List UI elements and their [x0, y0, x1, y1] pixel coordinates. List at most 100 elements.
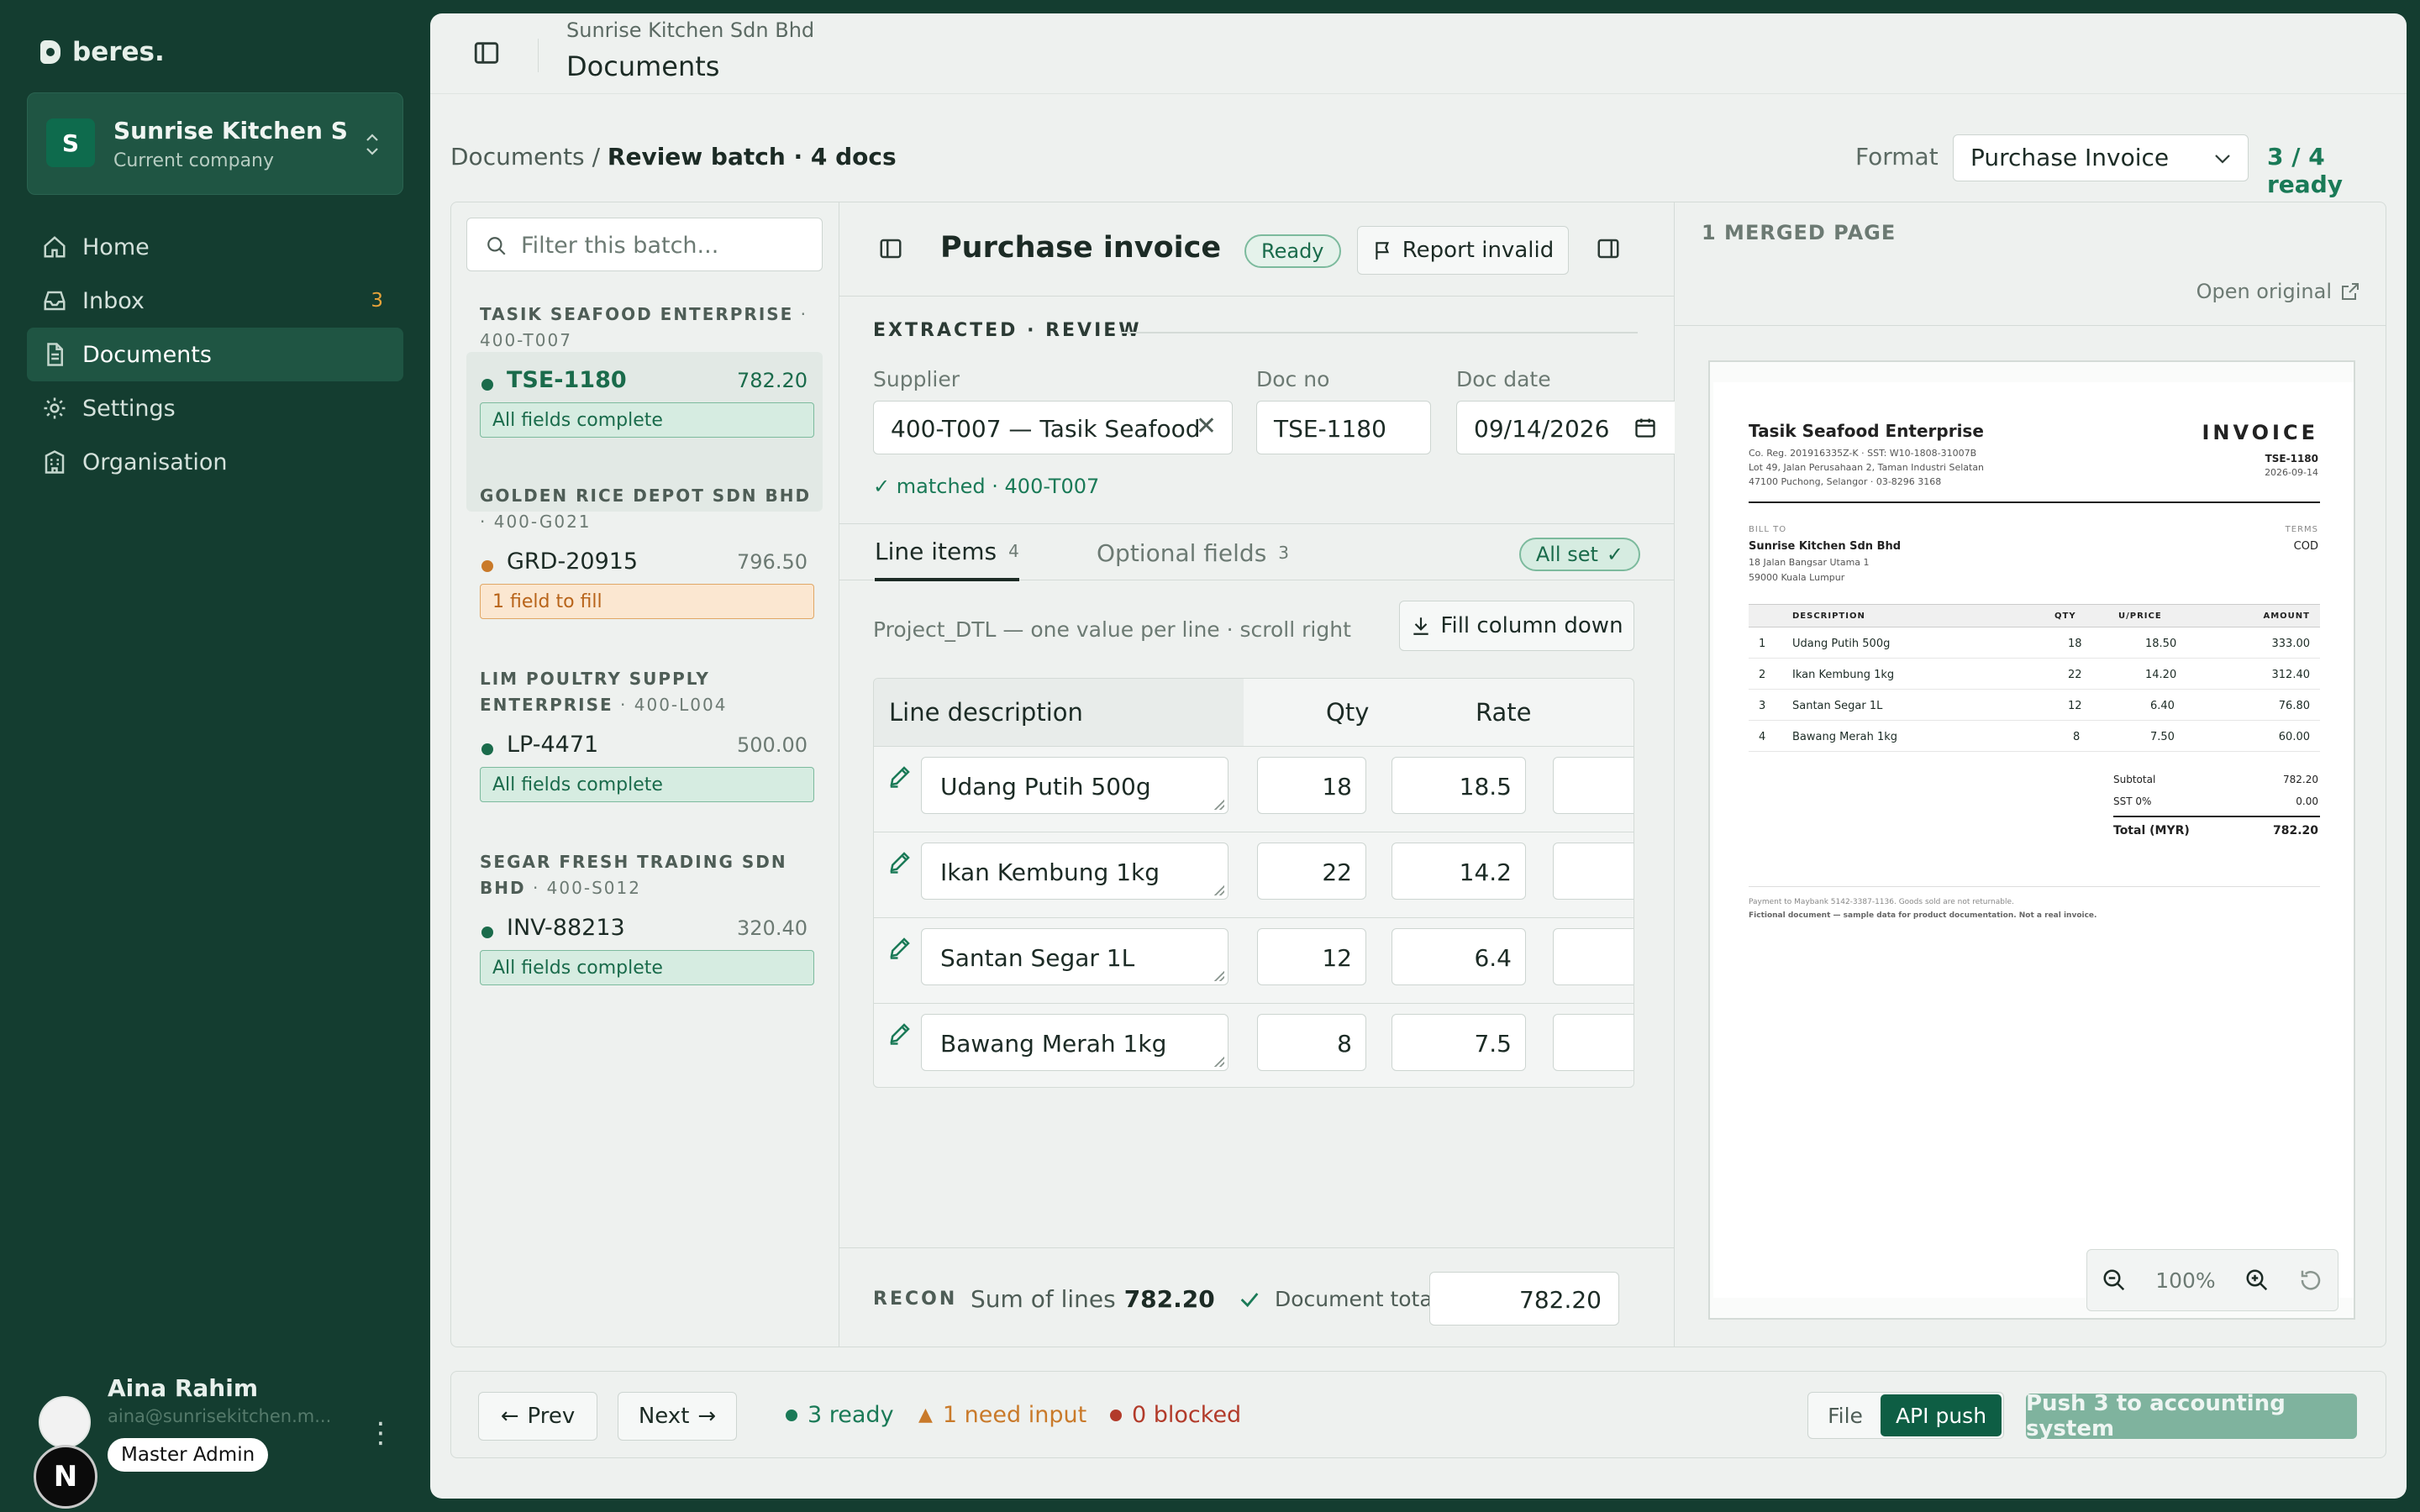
review-panel: Purchase invoice · ... Ready Report inva… [839, 202, 1675, 1347]
breadcrumb-root[interactable]: Documents [450, 143, 585, 171]
line-description-input[interactable]: Udang Putih 500g [921, 757, 1228, 814]
supplier-value: 400-T007 — Tasik Seafood [891, 415, 1201, 443]
api-push-option[interactable]: API push [1881, 1394, 2002, 1436]
next-column-input[interactable] [1553, 1014, 1634, 1071]
next-button[interactable]: Next → [618, 1392, 737, 1441]
rate-input[interactable]: 14.2 [1392, 843, 1526, 900]
row-desc: Ikan Kembung 1kg [1792, 669, 1895, 681]
row-price: 18.50 [2145, 638, 2177, 650]
pencil-icon[interactable] [887, 1021, 913, 1046]
zoom-level: 100% [2155, 1268, 2216, 1293]
supplier-group-header: LIM POULTRY SUPPLY ENTERPRISE · 400-L004 [480, 669, 728, 715]
doc-date-field[interactable]: 09/14/2026 [1456, 401, 1675, 454]
user-role-badge: Master Admin [108, 1438, 269, 1472]
nav-item-inbox[interactable]: Inbox 3 [27, 274, 403, 328]
docdate-label: Doc date [1456, 367, 1551, 391]
next-column-input[interactable] [1553, 757, 1634, 814]
calendar-icon[interactable] [1634, 416, 1657, 439]
batch-doc-item[interactable]: INV-88213 320.40 All fields complete [466, 900, 823, 1059]
qty-input[interactable]: 8 [1257, 1014, 1366, 1071]
nav-label: Documents [82, 341, 212, 368]
arrow-right-icon: → [697, 1404, 717, 1429]
invoice-addr1: Lot 49, Jalan Perusahaan 2, Taman Indust… [1749, 462, 1985, 473]
sum-of-lines: Sum of lines 782.20 [971, 1285, 1215, 1313]
next-column-input[interactable] [1553, 928, 1634, 985]
more-vertical-icon[interactable]: ⋮ [366, 1416, 395, 1450]
gear-icon [44, 397, 66, 419]
rotate-icon[interactable] [2298, 1268, 2323, 1293]
blocked-text: 0 blocked [1132, 1402, 1242, 1428]
format-select[interactable]: Purchase Invoice [1953, 134, 2249, 181]
clear-icon[interactable]: ✕ [1196, 412, 1217, 441]
docno-label: Doc no [1256, 367, 1330, 391]
tab-line-items[interactable]: Line items 4 [875, 524, 1019, 581]
invoice-heading: INVOICE [2202, 421, 2318, 444]
open-original-link[interactable]: Open original [2196, 280, 2360, 303]
nav-label: Organisation [82, 449, 228, 475]
ready-text: 3 ready [808, 1402, 894, 1428]
push-to-accounting-button[interactable]: Push 3 to accounting system [2026, 1391, 2357, 1441]
report-invalid-button[interactable]: Report invalid [1357, 226, 1569, 275]
chevron-up-down-icon [366, 134, 378, 155]
brand-logo[interactable]: beres. [40, 37, 165, 67]
chevron-down-icon [2215, 155, 2230, 164]
nav-item-settings[interactable]: Settings [27, 381, 403, 435]
document-total-label: Document total [1238, 1287, 1439, 1311]
zoom-in-icon[interactable] [2244, 1268, 2270, 1293]
invoice-row: 4 Bawang Merah 1kg 8 7.50 60.00 [1749, 721, 2320, 752]
fill-column-down-button[interactable]: Fill column down [1399, 601, 1634, 651]
line-description-input[interactable]: Bawang Merah 1kg [921, 1014, 1228, 1071]
review-tabs: Line items 4 Optional fields 3 All set ✓ [839, 523, 1674, 581]
pencil-icon[interactable] [887, 849, 913, 874]
total-value: 782.20 [2272, 824, 2318, 837]
doc-id: LP-4471 [507, 732, 599, 758]
tab-optional-fields[interactable]: Optional fields 3 [1097, 524, 1289, 581]
pencil-icon[interactable] [887, 764, 913, 789]
rate-input[interactable]: 6.4 [1392, 928, 1526, 985]
qty-input[interactable]: 12 [1257, 928, 1366, 985]
qty-input[interactable]: 22 [1257, 843, 1366, 900]
review-header: Purchase invoice · ... Ready Report inva… [839, 202, 1674, 297]
col-price: U/PRICE [2118, 612, 2162, 621]
ready-status: 3 ready [786, 1402, 894, 1428]
file-option[interactable]: File [1810, 1394, 1881, 1436]
allset-label: All set [1535, 543, 1598, 566]
invoice-number: TSE-1180 [2265, 453, 2318, 465]
arrow-left-icon: ← [500, 1404, 519, 1429]
sidebar-toggle-icon[interactable] [472, 39, 501, 67]
qty-input[interactable]: 18 [1257, 757, 1366, 814]
user-profile[interactable]: N Aina Rahim aina@sunrisekitchen.m... Ma… [34, 1368, 403, 1509]
format-label: Format [1855, 143, 1939, 171]
document-total-input[interactable]: 782.20 [1429, 1272, 1619, 1326]
batch-filter-input[interactable]: Filter this batch... [466, 218, 823, 271]
zoom-out-icon[interactable] [2102, 1268, 2127, 1293]
nav-item-home[interactable]: Home [27, 220, 403, 274]
document-icon [47, 343, 63, 366]
company-switcher[interactable]: S Sunrise Kitchen Sd... Current company [27, 92, 403, 195]
tab-count: 4 [1008, 541, 1019, 561]
panel-left-toggle-icon[interactable] [878, 236, 903, 261]
sum-value: 782.20 [1123, 1285, 1215, 1313]
doc-number-field[interactable]: TSE-1180 [1256, 401, 1431, 454]
panel-right-toggle-icon[interactable] [1596, 236, 1621, 261]
supplier-field[interactable]: 400-T007 — Tasik Seafood ✕ [873, 401, 1233, 454]
next-column-input[interactable] [1553, 843, 1634, 900]
section-title: EXTRACTED · REVIEW [873, 320, 1142, 341]
rate-input[interactable]: 18.5 [1392, 757, 1526, 814]
invoice-addr2: 47100 Puchong, Selangor · 03-8296 3168 [1749, 476, 1942, 487]
line-description-input[interactable]: Santan Segar 1L [921, 928, 1228, 985]
rate-input[interactable]: 7.5 [1392, 1014, 1526, 1071]
status-badge: Ready [1244, 234, 1341, 268]
check-icon: ✓ [1606, 543, 1623, 566]
row-qty: 12 [2068, 700, 2082, 712]
line-description-input[interactable]: Ikan Kembung 1kg [921, 843, 1228, 900]
sst-value: 0.00 [2296, 795, 2318, 807]
table-row: Bawang Merah 1kg 8 7.5 [874, 1003, 1634, 1087]
pencil-icon[interactable] [887, 935, 913, 960]
blocked-status: 0 blocked [1110, 1402, 1241, 1428]
nav-item-documents[interactable]: Documents [27, 328, 403, 381]
batch-list: Filter this batch... TASIK SEAFOOD ENTER… [451, 202, 839, 1347]
nav-item-organisation[interactable]: Organisation [27, 435, 403, 489]
status-dot [481, 743, 493, 755]
prev-button[interactable]: ← Prev [478, 1392, 597, 1441]
